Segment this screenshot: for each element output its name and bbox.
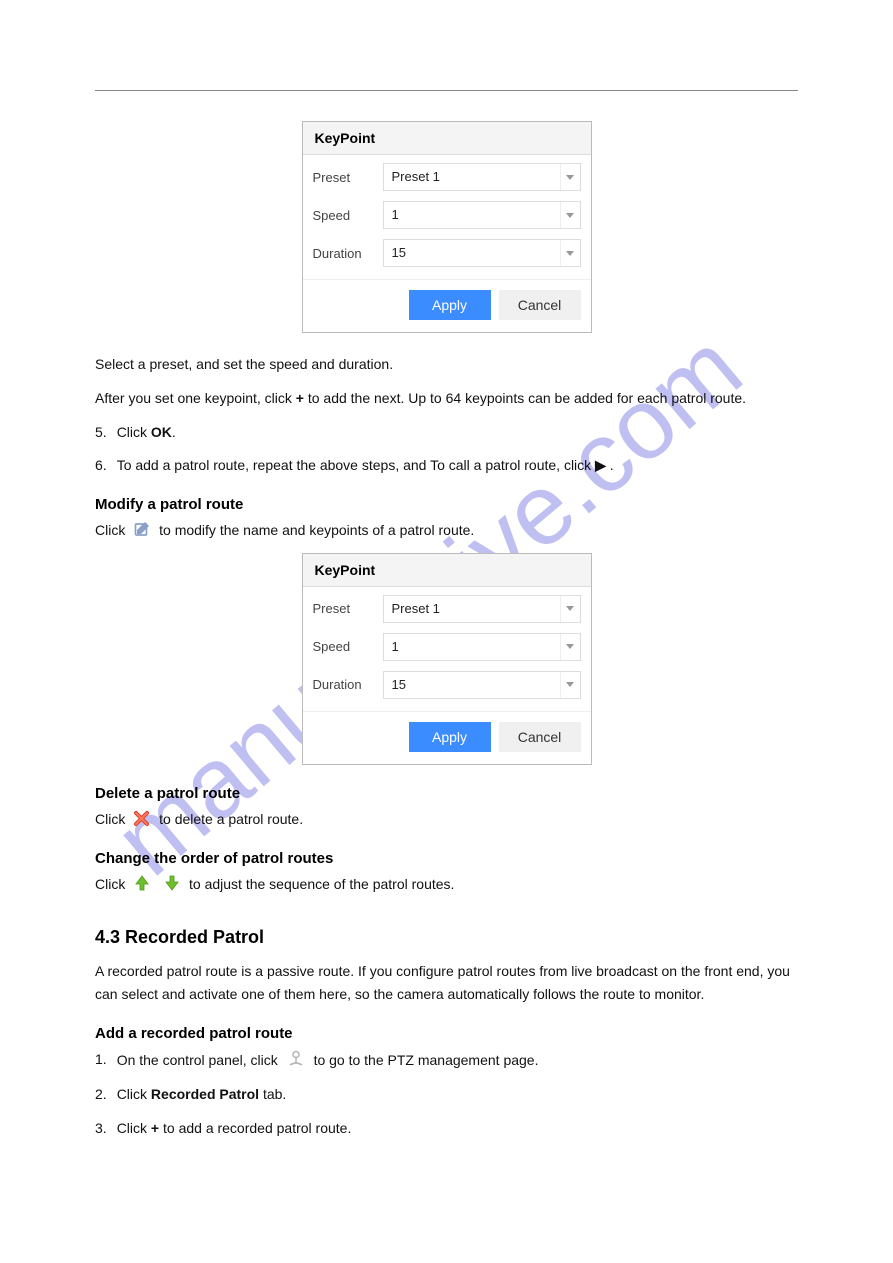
chevron-down-icon	[560, 202, 580, 228]
heading-add-recorded-route: Add a recorded patrol route	[95, 1025, 798, 1042]
speed-label: Speed	[313, 208, 383, 223]
preset-value: Preset 1	[384, 596, 560, 622]
chevron-down-icon	[560, 634, 580, 660]
page-top-rule	[95, 90, 798, 91]
duration-label: Duration	[313, 677, 383, 692]
chevron-down-icon	[560, 240, 580, 266]
speed-select[interactable]: 1	[383, 201, 581, 229]
duration-value: 15	[384, 672, 560, 698]
body-text: After you set one keypoint, click + to a…	[95, 387, 798, 411]
delete-icon	[133, 809, 151, 827]
body-text: Click to delete a patrol route.	[95, 808, 798, 832]
cancel-button[interactable]: Cancel	[499, 290, 581, 320]
body-text: Click to adjust the sequence of the patr…	[95, 873, 798, 897]
chevron-down-icon	[560, 672, 580, 698]
keypoint-dialog: KeyPoint Preset Preset 1 Speed 1	[302, 553, 592, 765]
step-1: 1. On the control panel, click to go to …	[95, 1048, 798, 1073]
heading-delete-route: Delete a patrol route	[95, 785, 798, 802]
arrow-up-icon	[133, 874, 151, 892]
body-text: Click to modify the name and keypoints o…	[95, 519, 798, 543]
cancel-button[interactable]: Cancel	[499, 722, 581, 752]
keypoint-dialog: KeyPoint Preset Preset 1 Speed 1	[302, 121, 592, 333]
ptz-icon	[286, 1048, 306, 1068]
speed-value: 1	[384, 634, 560, 660]
speed-value: 1	[384, 202, 560, 228]
body-text: A recorded patrol route is a passive rou…	[95, 960, 798, 1008]
arrow-down-icon	[163, 874, 181, 892]
apply-button[interactable]: Apply	[409, 722, 491, 752]
preset-select[interactable]: Preset 1	[383, 163, 581, 191]
heading-modify-route: Modify a patrol route	[95, 496, 798, 513]
chevron-down-icon	[560, 164, 580, 190]
plus-label: +	[296, 390, 304, 406]
dialog-title: KeyPoint	[303, 122, 591, 155]
apply-button[interactable]: Apply	[409, 290, 491, 320]
chevron-down-icon	[560, 596, 580, 622]
dialog-title: KeyPoint	[303, 554, 591, 587]
duration-select[interactable]: 15	[383, 671, 581, 699]
step-5: 5. Click OK.	[95, 421, 798, 445]
step-3: 3. Click + to add a recorded patrol rout…	[95, 1117, 798, 1141]
step-2: 2. Click Recorded Patrol tab.	[95, 1083, 798, 1107]
duration-select[interactable]: 15	[383, 239, 581, 267]
preset-select[interactable]: Preset 1	[383, 595, 581, 623]
body-text: Select a preset, and set the speed and d…	[95, 353, 798, 377]
step-6: 6. To add a patrol route, repeat the abo…	[95, 454, 798, 478]
preset-value: Preset 1	[384, 164, 560, 190]
edit-icon	[133, 520, 151, 538]
heading-recorded-patrol: 4.3 Recorded Patrol	[95, 927, 798, 948]
duration-value: 15	[384, 240, 560, 266]
speed-select[interactable]: 1	[383, 633, 581, 661]
preset-label: Preset	[313, 601, 383, 616]
duration-label: Duration	[313, 246, 383, 261]
preset-label: Preset	[313, 170, 383, 185]
speed-label: Speed	[313, 639, 383, 654]
heading-order-routes: Change the order of patrol routes	[95, 850, 798, 867]
